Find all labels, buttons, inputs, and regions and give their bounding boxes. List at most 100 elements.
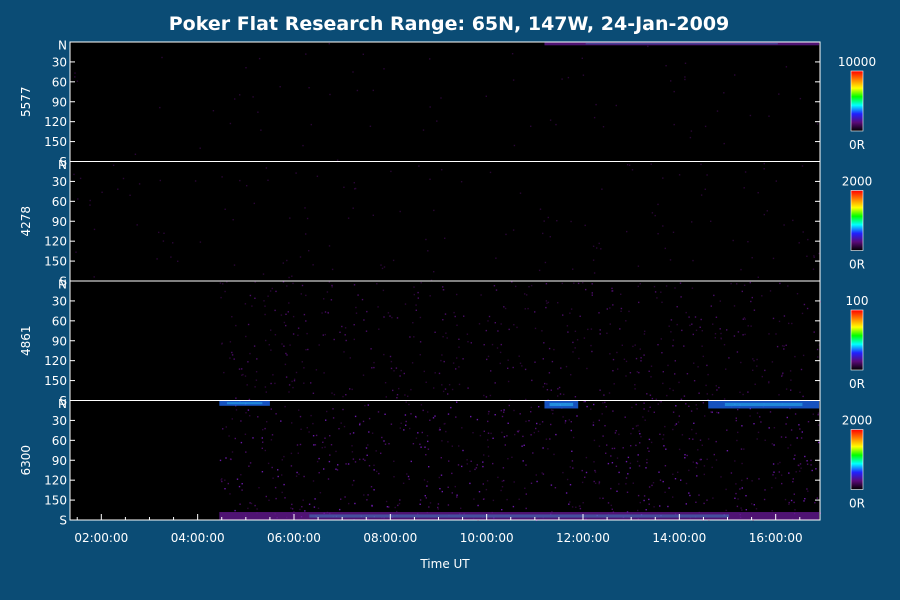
- noise-pixel: [351, 388, 353, 391]
- noise-pixel: [271, 466, 273, 469]
- noise-pixel: [270, 329, 272, 331]
- noise-pixel: [666, 394, 668, 397]
- noise-pixel: [89, 204, 91, 206]
- noise-pixel: [458, 338, 460, 340]
- noise-pixel: [699, 326, 701, 328]
- noise-pixel: [170, 256, 172, 258]
- noise-pixel: [429, 106, 431, 108]
- noise-pixel: [555, 433, 557, 436]
- noise-pixel: [571, 506, 574, 508]
- noise-pixel: [499, 351, 502, 354]
- noise-pixel: [690, 410, 693, 412]
- noise-pixel: [650, 376, 652, 378]
- noise-pixel: [648, 503, 650, 505]
- noise-pixel: [751, 257, 753, 259]
- noise-pixel: [792, 481, 794, 483]
- noise-pixel: [701, 444, 703, 446]
- noise-pixel: [315, 434, 318, 437]
- noise-pixel: [249, 415, 251, 417]
- noise-pixel: [614, 432, 617, 434]
- colorbar-min-label: 0R: [849, 258, 865, 272]
- noise-pixel: [257, 111, 259, 113]
- noise-pixel: [387, 312, 390, 314]
- noise-pixel: [421, 431, 423, 434]
- noise-pixel: [525, 464, 527, 466]
- noise-pixel: [620, 310, 622, 312]
- noise-pixel: [771, 361, 774, 363]
- noise-pixel: [757, 431, 760, 434]
- noise-pixel: [487, 439, 489, 441]
- noise-pixel: [254, 504, 256, 507]
- noise-pixel: [454, 485, 456, 488]
- noise-pixel: [574, 396, 577, 398]
- noise-pixel: [280, 420, 282, 422]
- noise-pixel: [761, 295, 763, 297]
- noise-pixel: [740, 268, 742, 271]
- noise-pixel: [781, 345, 784, 347]
- noise-pixel: [504, 307, 507, 310]
- noise-pixel: [566, 325, 569, 327]
- noise-pixel: [557, 302, 559, 304]
- noise-pixel: [639, 433, 641, 435]
- noise-pixel: [625, 360, 628, 363]
- noise-pixel: [466, 333, 469, 335]
- noise-pixel: [574, 330, 577, 332]
- noise-pixel: [599, 497, 601, 499]
- noise-pixel: [293, 380, 296, 382]
- noise-pixel: [754, 383, 756, 385]
- noise-pixel: [312, 392, 315, 394]
- noise-pixel: [560, 367, 562, 369]
- noise-pixel: [369, 125, 372, 127]
- noise-pixel: [420, 446, 422, 448]
- noise-pixel: [419, 499, 422, 501]
- noise-pixel: [159, 179, 161, 182]
- noise-pixel: [331, 286, 333, 288]
- noise-pixel: [716, 411, 718, 414]
- noise-pixel: [366, 310, 368, 313]
- noise-pixel: [584, 400, 586, 403]
- noise-pixel: [661, 352, 663, 354]
- noise-pixel: [723, 344, 726, 346]
- noise-pixel: [255, 371, 258, 373]
- colorbar-min-label: 0R: [849, 497, 865, 511]
- noise-pixel: [670, 331, 672, 333]
- noise-pixel: [395, 367, 398, 369]
- noise-pixel: [419, 443, 421, 445]
- noise-pixel: [220, 296, 222, 299]
- noise-pixel: [267, 462, 270, 465]
- noise-pixel: [701, 345, 703, 347]
- noise-pixel: [312, 480, 315, 482]
- noise-pixel: [386, 506, 389, 508]
- noise-pixel: [366, 499, 368, 501]
- noise-pixel: [527, 307, 529, 310]
- noise-pixel: [547, 448, 549, 450]
- noise-pixel: [265, 391, 267, 393]
- noise-pixel: [487, 432, 490, 434]
- noise-pixel: [780, 474, 783, 476]
- noise-pixel: [792, 478, 794, 480]
- noise-pixel: [494, 414, 496, 416]
- noise-pixel: [426, 480, 429, 483]
- noise-pixel: [373, 489, 375, 491]
- noise-pixel: [593, 439, 596, 442]
- noise-pixel: [723, 142, 725, 145]
- noise-pixel: [816, 123, 819, 125]
- noise-pixel: [352, 432, 355, 434]
- noise-pixel: [598, 312, 600, 314]
- noise-pixel: [628, 310, 630, 313]
- noise-pixel: [365, 447, 368, 449]
- noise-pixel: [229, 493, 231, 495]
- noise-pixel: [352, 207, 354, 209]
- noise-pixel: [233, 264, 236, 266]
- noise-pixel: [701, 330, 703, 332]
- noise-pixel: [689, 136, 692, 139]
- noise-pixel: [635, 357, 638, 360]
- noise-pixel: [74, 76, 76, 78]
- noise-pixel: [399, 499, 401, 501]
- noise-pixel: [418, 165, 420, 167]
- noise-pixel: [636, 460, 639, 463]
- noise-pixel: [522, 460, 524, 462]
- noise-pixel: [629, 372, 632, 374]
- y-tick-label: 90: [52, 215, 67, 229]
- noise-pixel: [328, 245, 331, 247]
